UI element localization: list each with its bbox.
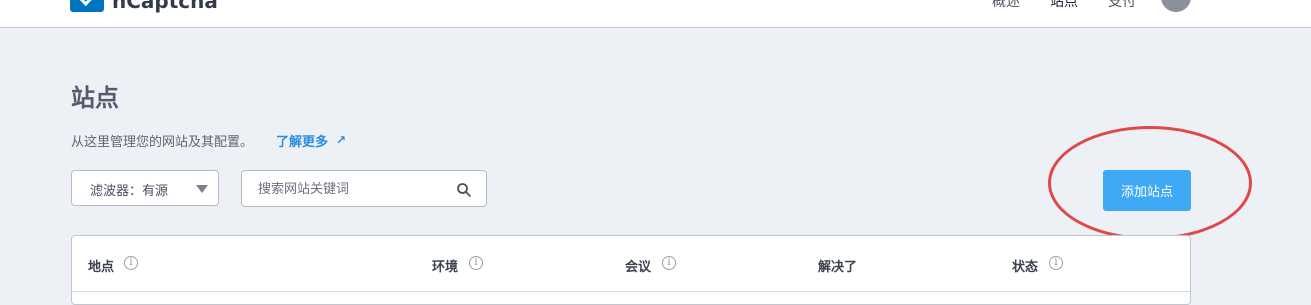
info-icon[interactable]: i [1049,256,1063,270]
nav-item-overview[interactable]: 概述 [992,0,1020,11]
search-box[interactable] [241,170,487,207]
nav-item-sites[interactable]: 站点 [1050,0,1078,11]
info-icon[interactable]: i [124,256,138,270]
info-icon[interactable]: i [662,256,676,270]
add-site-button[interactable]: 添加站点 [1103,170,1191,211]
avatar[interactable] [1161,0,1191,12]
top-navbar: hCaptcha 概述 站点 支付 [0,0,1311,28]
search-icon[interactable] [456,182,472,198]
learn-more-link[interactable]: 了解更多 [276,131,328,150]
column-header-status[interactable]: 状态 [1012,256,1038,275]
filter-dropdown[interactable]: 滤波器：有源 [71,170,219,206]
column-header-sessions[interactable]: 会议 [625,256,651,275]
logo-text[interactable]: hCaptcha [112,0,218,13]
nav-item-billing[interactable]: 支付 [1108,0,1136,11]
caret-down-icon [196,185,208,193]
column-header-site[interactable]: 地点 [88,256,114,275]
column-header-solved[interactable]: 解决了 [818,256,857,275]
filter-dropdown-label: 滤波器：有源 [90,184,169,199]
info-icon[interactable]: i [469,256,483,270]
page-subtitle: 从这里管理您的网站及其配置。 [71,135,254,150]
search-input[interactable] [256,177,450,201]
page-title: 站点 [71,84,119,112]
sites-table: 地点 i 环境 i 会议 i 解决了 状态 i [71,235,1191,305]
column-header-environment[interactable]: 环境 [432,256,458,275]
hcaptcha-logo-icon[interactable] [70,0,104,12]
external-link-arrow-icon[interactable]: ↗ [336,133,346,147]
